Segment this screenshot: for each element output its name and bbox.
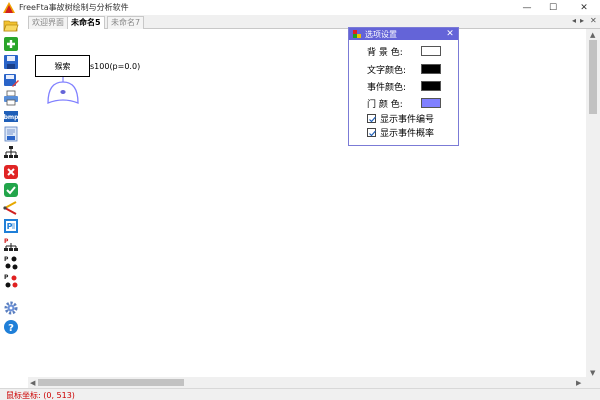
tab-untitled-5[interactable]: 未命名5 <box>67 16 105 29</box>
event-label: 猴索 <box>54 61 71 71</box>
settings-icon[interactable] <box>3 300 19 316</box>
help-icon[interactable]: ? <box>3 319 19 335</box>
minimize-button[interactable]: — <box>516 0 538 15</box>
svg-text:P: P <box>4 256 9 263</box>
svg-text:P: P <box>7 222 13 231</box>
show-event-probability-checkbox[interactable] <box>367 128 376 137</box>
left-toolbar: bmp P P P P ? <box>0 14 24 388</box>
mouse-coordinates: 鼠标坐标: (0, 513) <box>6 391 75 400</box>
scroll-right-icon[interactable]: ▶ <box>576 379 581 387</box>
drawing-canvas[interactable] <box>28 29 586 377</box>
options-panel: 选项设置 ✕ 背 景 色: 文字颜色: 事件颜色: 门 颜 色: 显示事件编号 … <box>348 27 459 146</box>
tree-layout-icon[interactable] <box>3 145 19 161</box>
open-folder-icon[interactable] <box>3 17 19 33</box>
svg-text:P: P <box>4 238 9 245</box>
probability-tree-icon[interactable]: P <box>3 237 19 253</box>
scroll-up-icon[interactable]: ▲ <box>590 31 595 39</box>
event-annotation: s100(p=0.0) <box>90 62 141 71</box>
scroll-left-icon[interactable]: ◀ <box>30 379 35 387</box>
checkmark-icon <box>369 116 376 123</box>
panel-app-icon <box>353 30 361 38</box>
top-event-node[interactable]: 猴索 <box>35 55 90 77</box>
tab-close-icon[interactable]: ✕ <box>590 16 597 25</box>
horizontal-scrollbar[interactable]: ◀ ▶ <box>28 377 586 388</box>
or-gate-icon[interactable] <box>46 77 80 104</box>
check-icon[interactable] <box>3 182 19 198</box>
text-color-label: 文字颜色: <box>367 66 407 76</box>
export-text-icon[interactable] <box>3 126 19 142</box>
print-icon[interactable] <box>3 90 19 106</box>
vertical-scrollbar[interactable]: ▲ ▼ <box>586 29 600 388</box>
add-icon[interactable] <box>3 36 19 52</box>
event-color-label: 事件颜色: <box>367 83 407 93</box>
title-bar: FreeFta事故树绘制与分析软件 — ☐ ✕ <box>0 0 600 15</box>
tab-untitled-7[interactable]: 未命名7 <box>107 16 145 29</box>
svg-text:bmp: bmp <box>4 114 19 121</box>
options-panel-close-button[interactable]: ✕ <box>444 28 456 40</box>
save-as-icon[interactable] <box>3 72 19 88</box>
link-icon[interactable] <box>3 200 19 216</box>
document-tab-bar: 欢迎界面 未命名5 未命名7 ◂ ▸ ✕ <box>28 15 600 29</box>
export-bmp-icon[interactable]: bmp <box>3 108 19 124</box>
background-color-swatch[interactable] <box>421 46 441 56</box>
horizontal-scroll-thumb[interactable] <box>38 379 184 386</box>
svg-text:?: ? <box>8 323 14 334</box>
show-event-probability-label: 显示事件概率 <box>380 129 435 139</box>
status-bar: 鼠标坐标: (0, 513) <box>0 388 600 400</box>
tab-next-icon[interactable]: ▸ <box>580 16 584 25</box>
close-button[interactable]: ✕ <box>573 0 595 15</box>
tab-prev-icon[interactable]: ◂ <box>572 16 576 25</box>
gate-color-swatch[interactable] <box>421 98 441 108</box>
report-icon[interactable]: P <box>3 218 19 234</box>
text-color-swatch[interactable] <box>421 64 441 74</box>
scroll-down-icon[interactable]: ▼ <box>590 369 595 377</box>
delete-icon[interactable] <box>3 164 19 180</box>
options-panel-header[interactable]: 选项设置 ✕ <box>349 28 458 40</box>
probability-dots-icon[interactable]: P <box>3 255 19 271</box>
window-title: FreeFta事故树绘制与分析软件 <box>19 3 129 12</box>
options-panel-title: 选项设置 <box>365 30 397 39</box>
tab-welcome[interactable]: 欢迎界面 <box>28 16 68 29</box>
gate-color-label: 门 颜 色: <box>367 100 403 110</box>
event-color-swatch[interactable] <box>421 81 441 91</box>
background-color-label: 背 景 色: <box>367 48 403 58</box>
show-event-number-label: 显示事件编号 <box>380 115 435 125</box>
probability-red-icon[interactable]: P <box>3 273 19 289</box>
svg-text:P: P <box>4 274 9 281</box>
maximize-button[interactable]: ☐ <box>542 0 564 15</box>
vertical-scroll-thumb[interactable] <box>589 40 597 114</box>
show-event-number-checkbox[interactable] <box>367 114 376 123</box>
checkmark-icon <box>369 130 376 137</box>
save-icon[interactable] <box>3 54 19 70</box>
app-logo-icon <box>3 2 15 13</box>
